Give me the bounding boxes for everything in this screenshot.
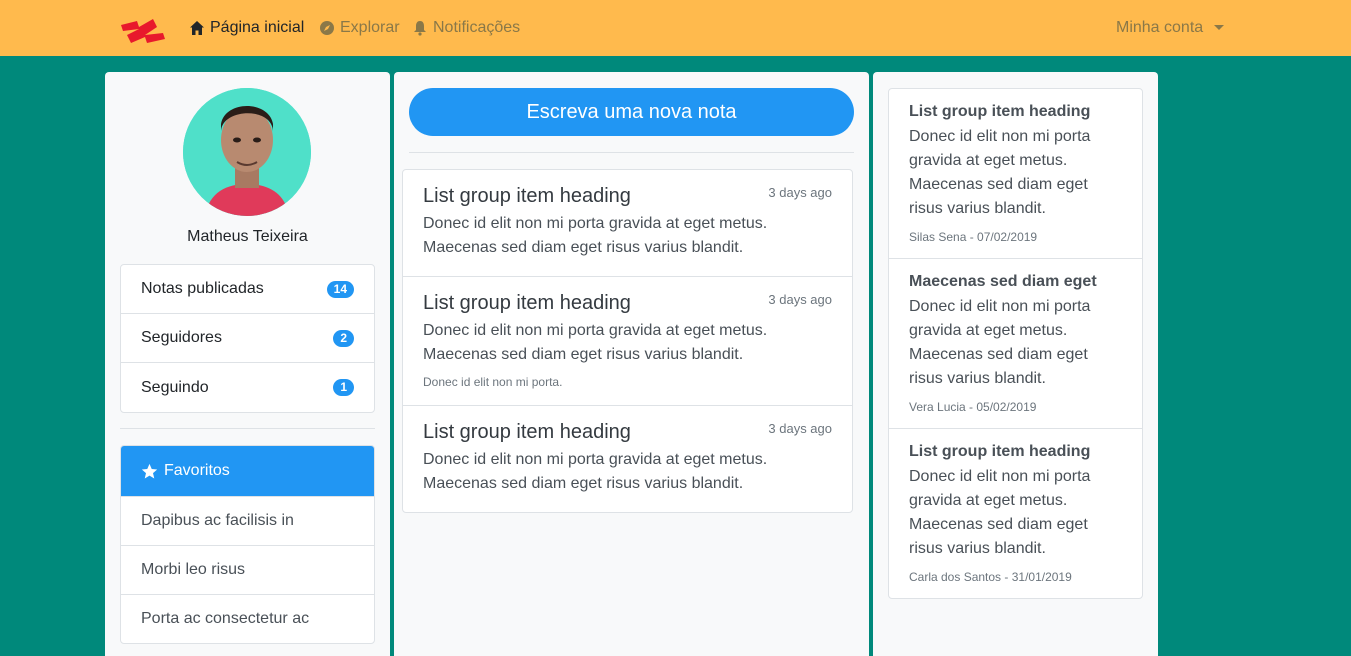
notes-list: List group item heading 3 days ago Donec… <box>402 169 853 513</box>
recent-notes-panel: List group item heading Donec id elit no… <box>873 72 1158 656</box>
recent-note-text: Donec id elit non mi porta gravida at eg… <box>909 298 1091 387</box>
recent-note-text: Donec id elit non mi porta gravida at eg… <box>909 468 1091 557</box>
note-item[interactable]: List group item heading 3 days ago Donec… <box>403 277 852 406</box>
account-label: Minha conta <box>1116 19 1204 36</box>
write-note-button[interactable]: Escreva uma nova nota <box>409 88 854 136</box>
feed-panel: Escreva uma nova nota List group item he… <box>394 72 869 656</box>
stat-following[interactable]: Seguindo 1 <box>121 363 374 412</box>
recent-note-title: List group item heading <box>909 103 1091 120</box>
favorites-header[interactable]: Favoritos <box>121 446 374 496</box>
compass-icon <box>320 21 334 35</box>
profile-stats-list: Notas publicadas 14 Seguidores 2 Seguind… <box>120 264 375 413</box>
star-icon <box>141 463 158 479</box>
favorites-title: Favoritos <box>164 462 230 479</box>
note-text: Donec id elit non mi porta gravida at eg… <box>423 451 768 492</box>
note-footnote: Donec id elit non mi porta. <box>423 375 563 389</box>
divider <box>409 152 854 153</box>
note-time: 3 days ago <box>768 185 832 200</box>
note-text: Donec id elit non mi porta gravida at eg… <box>423 215 768 256</box>
count-badge: 14 <box>326 280 354 298</box>
avatar[interactable] <box>183 88 311 216</box>
favorite-item[interactable]: Dapibus ac facilisis in <box>121 496 374 545</box>
recent-note-text: Donec id elit non mi porta gravida at eg… <box>909 128 1091 217</box>
recent-note-item[interactable]: List group item heading Donec id elit no… <box>889 429 1142 598</box>
home-icon <box>190 21 204 35</box>
recent-note-meta: Vera Lucia - 05/02/2019 <box>909 400 1037 414</box>
stat-followers[interactable]: Seguidores 2 <box>121 314 374 363</box>
recent-note-title: Maecenas sed diam eget <box>909 273 1097 290</box>
navbar: Página inicial Explorar Notificações Min… <box>0 0 1351 56</box>
stat-label: Seguidores <box>141 329 222 346</box>
note-item[interactable]: List group item heading 3 days ago Donec… <box>403 406 852 512</box>
nav-explore-label: Explorar <box>340 19 400 36</box>
nav-notifications-link[interactable]: Notificações <box>412 18 520 38</box>
avatar-portrait-icon <box>183 88 311 216</box>
stat-label: Notas publicadas <box>141 280 264 297</box>
note-text: Donec id elit non mi porta gravida at eg… <box>423 322 768 363</box>
caret-down-icon <box>1214 24 1225 30</box>
note-item[interactable]: List group item heading 3 days ago Donec… <box>403 170 852 277</box>
favorites-list: Favoritos Dapibus ac facilisis in Morbi … <box>120 445 375 644</box>
recent-note-title: List group item heading <box>909 443 1091 460</box>
nav-explore-link[interactable]: Explorar <box>319 18 400 38</box>
count-badge: 2 <box>333 329 354 347</box>
favorite-item[interactable]: Morbi leo risus <box>121 545 374 594</box>
note-time: 3 days ago <box>768 421 832 436</box>
nav-home-label: Página inicial <box>210 19 305 36</box>
bell-icon <box>414 21 426 36</box>
stat-notes-published[interactable]: Notas publicadas 14 <box>121 265 374 314</box>
divider <box>120 428 375 429</box>
account-dropdown[interactable]: Minha conta <box>1116 18 1225 38</box>
recent-note-item[interactable]: Maecenas sed diam eget Donec id elit non… <box>889 259 1142 429</box>
stat-label: Seguindo <box>141 378 209 396</box>
nav-home-link[interactable]: Página inicial <box>189 18 304 38</box>
favorite-item[interactable]: Porta ac consectetur ac <box>121 594 374 643</box>
brand-logo-icon[interactable] <box>119 17 167 45</box>
recent-note-meta: Carla dos Santos - 31/01/2019 <box>909 570 1072 584</box>
note-time: 3 days ago <box>768 292 832 307</box>
profile-panel: Matheus Teixeira Notas publicadas 14 Seg… <box>105 72 390 656</box>
recent-note-meta: Silas Sena - 07/02/2019 <box>909 230 1038 244</box>
recent-note-item[interactable]: List group item heading Donec id elit no… <box>889 89 1142 259</box>
count-badge: 1 <box>333 379 354 396</box>
recent-notes-list: List group item heading Donec id elit no… <box>888 88 1143 599</box>
nav-notifications-label: Notificações <box>433 19 521 36</box>
profile-name: Matheus Teixeira <box>187 228 308 245</box>
